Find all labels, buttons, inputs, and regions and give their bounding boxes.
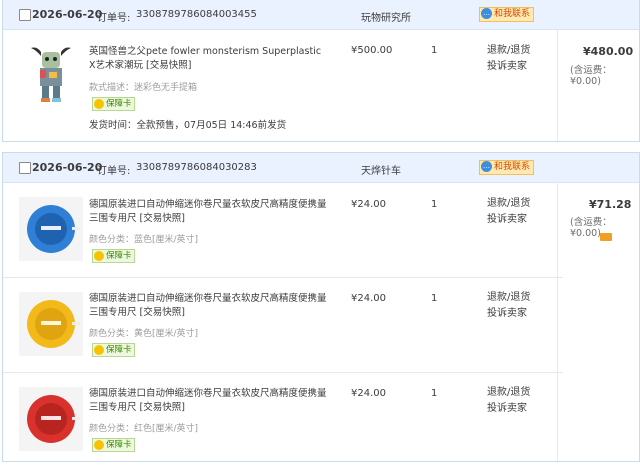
order-item: 英国怪兽之父pete fowler monsterism Superplasti…	[3, 30, 563, 142]
order-number: 3308789786084003455	[136, 9, 257, 20]
order-number-label: 订单号:	[97, 166, 131, 177]
order-item: 德国原装进口自动伸缩迷你卷尺量衣软皮尺高精度便携量三围专用尺 [交易快照] 颜色…	[3, 278, 563, 373]
contact-seller-label: 和我联系	[494, 162, 531, 172]
guarantee-label: 保障卡	[106, 251, 132, 261]
order-card: 2026-06-20 订单号: 3308789786084003455 玩物研究…	[2, 0, 640, 142]
order-select-checkbox[interactable]	[19, 162, 31, 174]
chat-icon: …	[481, 161, 492, 172]
item-actions: 退款/退货 投诉卖家	[487, 385, 530, 417]
complain-seller-link[interactable]: 投诉卖家	[487, 212, 530, 228]
unit-price: ¥24.00	[351, 293, 386, 304]
contact-seller-button[interactable]: … 和我联系	[479, 160, 535, 175]
guarantee-icon	[94, 99, 104, 109]
product-title[interactable]: 德国原装进口自动伸缩迷你卷尺量衣软皮尺高精度便携量三围专用尺 [交易快照]	[89, 387, 329, 415]
credit-card-icon[interactable]	[600, 233, 612, 241]
guarantee-label: 保障卡	[106, 99, 132, 109]
quantity: 1	[431, 45, 438, 56]
product-thumbnail[interactable]	[19, 292, 83, 356]
refund-return-link[interactable]: 退款/退货	[487, 385, 530, 401]
column-divider	[557, 182, 558, 461]
order-item: 德国原装进口自动伸缩迷你卷尺量衣软皮尺高精度便携量三围专用尺 [交易快照] 颜色…	[3, 373, 563, 467]
shop-name[interactable]: 玩物研究所	[361, 9, 411, 24]
chat-icon: …	[481, 8, 492, 19]
product-title[interactable]: 德国原装进口自动伸缩迷你卷尺量衣软皮尺高精度便携量三围专用尺 [交易快照]	[89, 292, 329, 320]
shipping-included-note: (含运费：¥0.00)	[570, 65, 612, 87]
order-number-label: 订单号:	[97, 13, 131, 24]
item-actions: 退款/退货 投诉卖家	[487, 196, 530, 228]
product-attribute: 颜色分类：黄色[厘米/英寸]	[89, 329, 199, 339]
guarantee-card-badge[interactable]: 保障卡	[92, 343, 135, 357]
ship-time: 发货时间：全款预售，07月05日 14:46前发货	[89, 120, 287, 131]
product-title[interactable]: 德国原装进口自动伸缩迷你卷尺量衣软皮尺高精度便携量三围专用尺 [交易快照]	[89, 198, 329, 226]
product-thumbnail[interactable]	[19, 42, 83, 106]
complain-seller-link[interactable]: 投诉卖家	[487, 401, 530, 417]
product-attribute: 颜色分类：红色[厘米/英寸]	[89, 424, 199, 434]
quantity: 1	[431, 199, 438, 210]
contact-seller-label: 和我联系	[494, 9, 531, 19]
guarantee-card-badge[interactable]: 保障卡	[92, 249, 135, 263]
quantity: 1	[431, 388, 438, 399]
contact-seller-button[interactable]: … 和我联系	[479, 7, 535, 22]
complain-seller-link[interactable]: 投诉卖家	[487, 59, 530, 75]
order-header: 2026-06-20 订单号: 3308789786084030283 天烨针车…	[3, 153, 639, 183]
product-attribute: 颜色分类：蓝色[厘米/英寸]	[89, 235, 199, 245]
order-item: 德国原装进口自动伸缩迷你卷尺量衣软皮尺高精度便携量三围专用尺 [交易快照] 颜色…	[3, 183, 563, 278]
product-thumbnail[interactable]	[19, 387, 83, 451]
unit-price: ¥24.00	[351, 388, 386, 399]
order-total: ¥71.28	[589, 198, 632, 211]
guarantee-icon	[94, 251, 104, 261]
guarantee-card-badge[interactable]: 保障卡	[92, 97, 135, 111]
product-title[interactable]: 英国怪兽之父pete fowler monsterism Superplasti…	[89, 45, 329, 73]
shop-name[interactable]: 天烨针车	[361, 162, 401, 177]
order-header: 2026-06-20 订单号: 3308789786084003455 玩物研究…	[3, 0, 639, 30]
unit-price: ¥24.00	[351, 199, 386, 210]
complain-seller-link[interactable]: 投诉卖家	[487, 306, 530, 322]
product-attribute: 款式描述：迷彩色无手提箱	[89, 83, 198, 93]
quantity: 1	[431, 293, 438, 304]
item-actions: 退款/退货 投诉卖家	[487, 43, 530, 75]
order-date: 2026-06-20	[32, 8, 103, 21]
refund-return-link[interactable]: 退款/退货	[487, 290, 530, 306]
guarantee-label: 保障卡	[106, 345, 132, 355]
guarantee-icon	[94, 345, 104, 355]
item-actions: 退款/退货 投诉卖家	[487, 290, 530, 322]
refund-return-link[interactable]: 退款/退货	[487, 43, 530, 59]
product-thumbnail[interactable]	[19, 197, 83, 261]
unit-price: ¥500.00	[351, 45, 393, 56]
order-total: ¥480.00	[583, 45, 634, 58]
guarantee-card-badge[interactable]: 保障卡	[92, 438, 135, 452]
order-number: 3308789786084030283	[136, 162, 257, 173]
order-card: 2026-06-20 订单号: 3308789786084030283 天烨针车…	[2, 152, 640, 462]
order-date: 2026-06-20	[32, 161, 103, 174]
refund-return-link[interactable]: 退款/退货	[487, 196, 530, 212]
order-select-checkbox[interactable]	[19, 9, 31, 21]
column-divider	[557, 29, 558, 141]
